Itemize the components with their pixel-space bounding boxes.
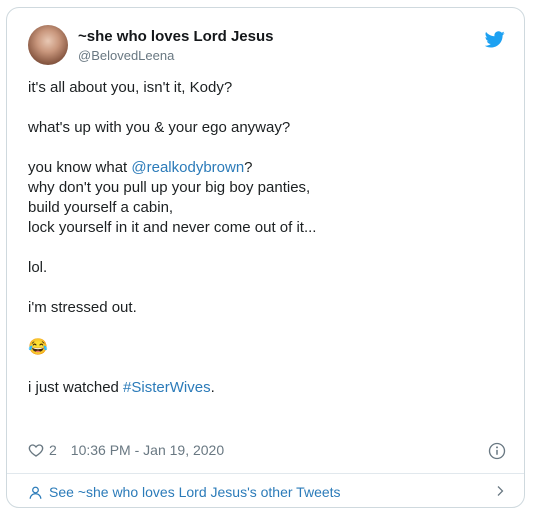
- mention-link[interactable]: @realkodybrown: [131, 159, 244, 176]
- like-count[interactable]: 2: [49, 442, 57, 458]
- tweet-text: it's all about you, isn't it, Kody?: [28, 79, 233, 96]
- info-icon[interactable]: [488, 442, 506, 460]
- tweet-text: ?: [244, 159, 253, 176]
- tweet-line: lol.: [28, 258, 508, 278]
- tweet-line: [28, 98, 508, 118]
- tweet-line: [28, 358, 508, 378]
- tweet-meta: 2 10:36 PM - Jan 19, 2020: [28, 442, 224, 458]
- person-icon: [29, 486, 42, 499]
- tweet-text: what's up with you & your ego anyway?: [28, 119, 291, 136]
- tweet-text: .: [210, 379, 215, 396]
- tweet-text: lol.: [28, 259, 48, 276]
- avatar[interactable]: [28, 25, 68, 65]
- tweet-line: lock yourself in it and never come out o…: [28, 218, 508, 238]
- divider: [7, 473, 524, 474]
- tweet-text: you know what: [28, 159, 132, 176]
- tweet-card: ~she who loves Lord Jesus @BelovedLeena …: [6, 7, 525, 508]
- author-name[interactable]: ~she who loves Lord Jesus: [78, 28, 273, 45]
- author-handle[interactable]: @BelovedLeena: [78, 48, 174, 63]
- tweet-text: i'm stressed out.: [28, 299, 137, 316]
- tweet-text: 😂: [28, 339, 48, 356]
- hashtag-link[interactable]: #SisterWives: [123, 379, 211, 396]
- tweet-line: you know what @realkodybrown?: [28, 158, 508, 178]
- tweet-line: why don't you pull up your big boy panti…: [28, 178, 508, 198]
- tweet-line: [28, 238, 508, 258]
- other-tweets-link[interactable]: See ~she who loves Lord Jesus's other Tw…: [28, 482, 506, 502]
- chevron-right-icon: [497, 486, 504, 496]
- tweet-line: [28, 138, 508, 158]
- tweet-body: it's all about you, isn't it, Kody? what…: [28, 78, 508, 398]
- tweet-text: i just watched: [28, 379, 124, 396]
- tweet-line: 😂: [28, 338, 508, 358]
- heart-icon[interactable]: [28, 442, 44, 458]
- tweet-line: it's all about you, isn't it, Kody?: [28, 78, 508, 98]
- tweet-line: [28, 278, 508, 298]
- tweet-line: i'm stressed out.: [28, 298, 508, 318]
- tweet-text: lock yourself in it and never come out o…: [28, 219, 317, 236]
- tweet-line: [28, 318, 508, 338]
- timestamp[interactable]: 10:36 PM - Jan 19, 2020: [71, 442, 224, 458]
- other-tweets-label: See ~she who loves Lord Jesus's other Tw…: [49, 484, 341, 500]
- tweet-line: what's up with you & your ego anyway?: [28, 118, 508, 138]
- twitter-bird-icon[interactable]: [485, 31, 505, 48]
- tweet-text: why don't you pull up your big boy panti…: [28, 179, 311, 196]
- tweet-line: build yourself a cabin,: [28, 198, 508, 218]
- tweet-text: build yourself a cabin,: [28, 199, 174, 216]
- tweet-line: i just watched #SisterWives.: [28, 378, 508, 398]
